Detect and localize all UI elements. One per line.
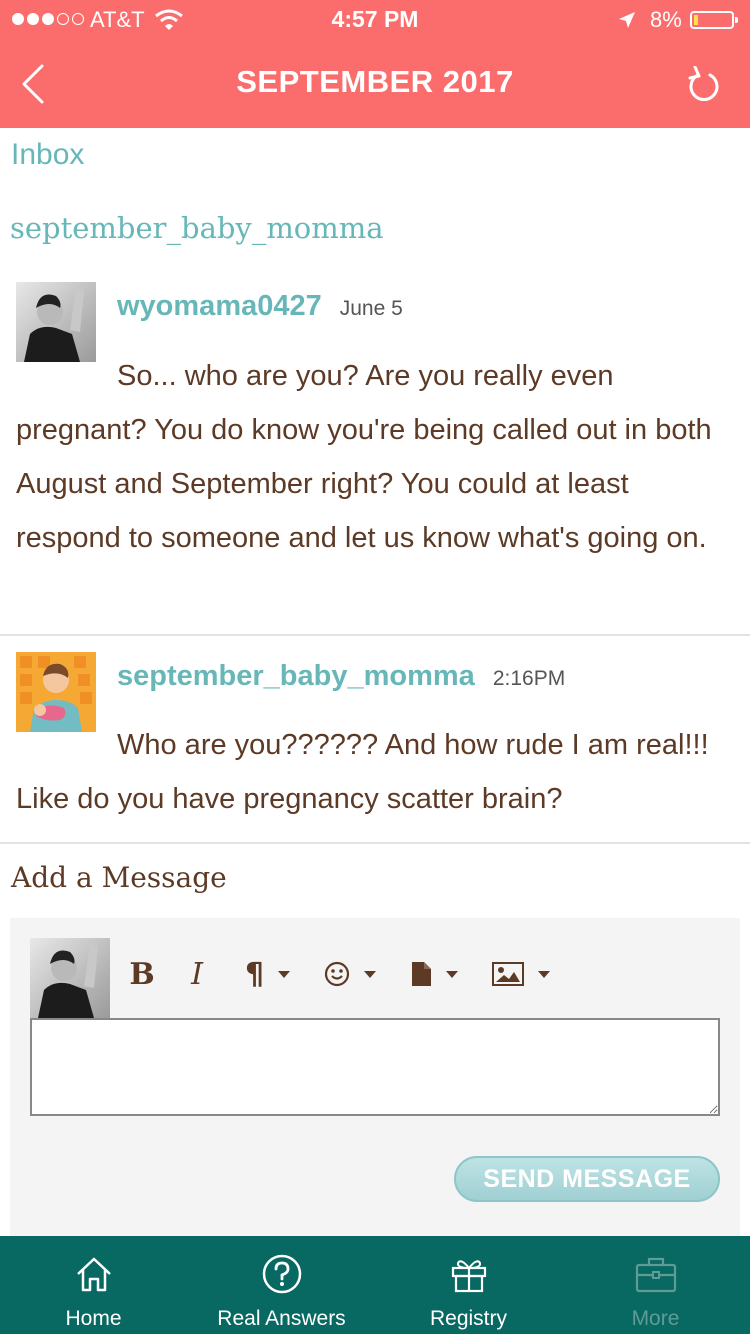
emoji-dropdown[interactable] — [324, 956, 377, 992]
briefcase-icon — [562, 1254, 749, 1294]
message-author[interactable]: september_baby_momma 2:16PM — [117, 660, 565, 693]
caret-down-icon — [538, 970, 551, 978]
tab-more[interactable]: More — [562, 1236, 749, 1334]
tab-label: Home — [65, 1307, 122, 1330]
tab-home[interactable]: Home — [0, 1236, 187, 1334]
battery-percent: 8% — [650, 7, 682, 32]
paragraph-format-dropdown[interactable]: ¶ — [245, 956, 291, 992]
caret-down-icon — [278, 970, 291, 978]
divider — [0, 634, 750, 636]
message-date: 2:16PM — [492, 667, 566, 690]
app-header: AT&T 4:57 PM 8% SEPTEMBER 2017 — [0, 0, 750, 128]
battery-icon — [690, 11, 738, 29]
insert-image-dropdown[interactable] — [492, 956, 551, 992]
message-input[interactable] — [30, 1018, 720, 1116]
refresh-icon — [688, 65, 719, 102]
send-message-button[interactable]: SEND MESSAGE — [454, 1156, 720, 1202]
file-icon — [412, 962, 432, 986]
tab-label: More — [631, 1307, 680, 1330]
refresh-button[interactable] — [686, 65, 722, 106]
add-message-label: Add a Message — [11, 861, 227, 894]
tab-label: Registry — [429, 1307, 508, 1330]
status-bar: AT&T 4:57 PM 8% — [0, 0, 750, 40]
tab-real-answers[interactable]: Real Answers — [188, 1236, 375, 1334]
message-composer: B I ¶ SEND MESSAGE — [10, 918, 740, 1236]
italic-button[interactable]: I — [187, 956, 207, 992]
tab-label: Real Answers — [217, 1307, 346, 1330]
smiley-icon — [324, 961, 350, 987]
divider — [0, 842, 750, 844]
paragraph-icon: ¶ — [245, 956, 265, 992]
caret-down-icon — [446, 970, 459, 978]
bold-button[interactable]: B — [127, 956, 157, 992]
tab-bar: Home Real Answers Registry More — [0, 1236, 750, 1334]
caret-down-icon — [364, 970, 377, 978]
inbox-link[interactable]: Inbox — [11, 138, 84, 172]
message-body: So... who are you? Are you really even p… — [16, 360, 712, 554]
message-author[interactable]: wyomama0427 June 5 — [117, 290, 403, 323]
page-title: SEPTEMBER 2017 — [236, 64, 514, 99]
status-time: 4:57 PM — [331, 6, 419, 32]
avatar — [30, 938, 110, 1018]
tab-registry[interactable]: Registry — [375, 1236, 562, 1334]
gift-icon — [375, 1254, 562, 1294]
message-date: June 5 — [339, 297, 403, 320]
location-arrow-icon — [617, 10, 637, 36]
question-icon — [188, 1254, 375, 1294]
attach-file-dropdown[interactable] — [410, 956, 459, 992]
image-icon — [492, 962, 525, 986]
message-body: Who are you?????? And how rude I am real… — [16, 729, 709, 815]
thread-user-link[interactable]: september_baby_momma — [10, 211, 384, 245]
home-icon — [0, 1254, 187, 1294]
editor-toolbar: B I ¶ — [127, 956, 584, 992]
